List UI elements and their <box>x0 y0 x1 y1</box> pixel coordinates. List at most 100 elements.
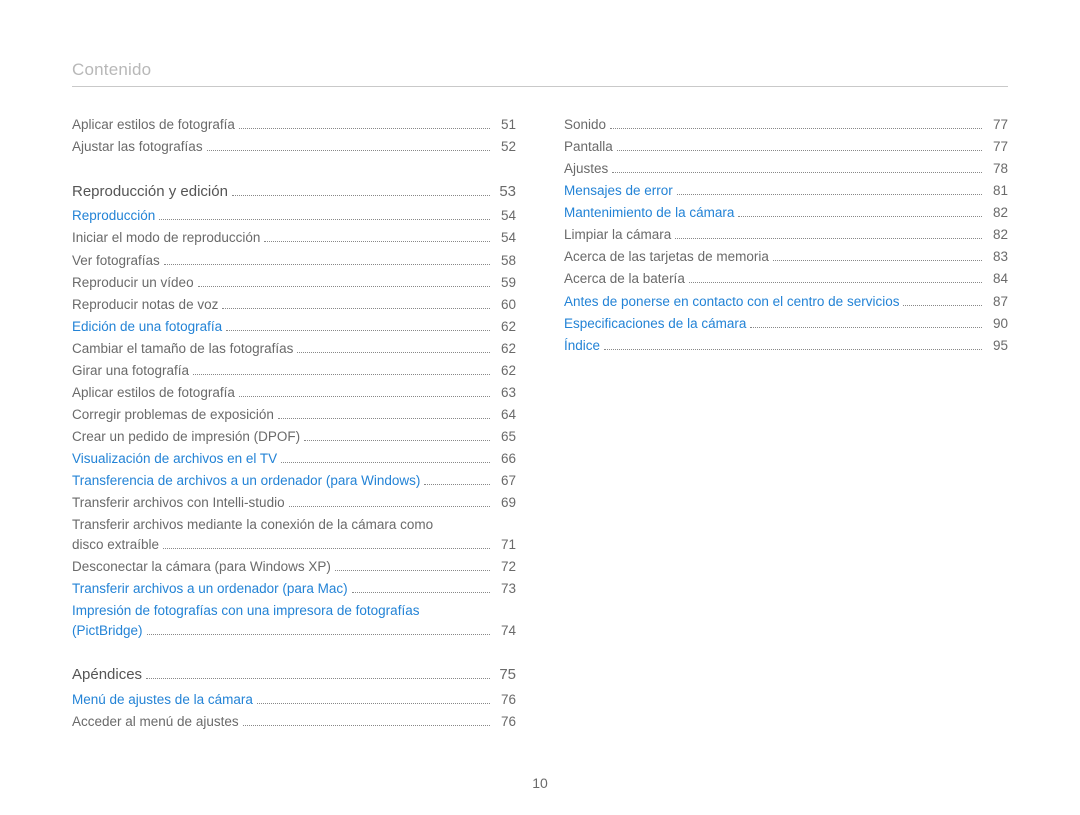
toc-leader-dots <box>738 208 982 217</box>
toc-entry: Corregir problemas de exposición 64 <box>72 405 516 425</box>
toc-entry: Ajustar las fotografías 52 <box>72 137 516 157</box>
toc-entry[interactable]: Mensajes de error 81 <box>564 181 1008 201</box>
toc-leader-dots <box>773 252 982 261</box>
toc-entry: Sonido77 <box>564 115 1008 135</box>
toc-entry-page: 74 <box>494 621 516 641</box>
toc-entry-label: Reproducir un vídeo <box>72 273 194 293</box>
toc-entry-label: Ajustar las fotografías <box>72 137 203 157</box>
toc-leader-dots <box>604 340 982 349</box>
toc-entry[interactable]: Menú de ajustes de la cámara76 <box>72 690 516 710</box>
toc-entry-page: 67 <box>494 471 516 491</box>
toc-section-heading[interactable]: Reproducción y edición53 <box>72 181 516 203</box>
toc-entry-page: 54 <box>494 228 516 248</box>
toc-leader-dots <box>304 432 490 441</box>
toc-entry[interactable]: Especificaciones de la cámara90 <box>564 314 1008 334</box>
toc-entry-label: Antes de ponerse en contacto con el cent… <box>564 292 899 312</box>
toc-entry-page: 52 <box>494 137 516 157</box>
toc-entry-label: Índice <box>564 336 600 356</box>
toc-entry-label: Transferir archivos con Intelli-studio <box>72 493 285 513</box>
toc-entry-page: 66 <box>494 449 516 469</box>
toc-entry-multiline[interactable]: Impresión de fotografías con una impreso… <box>72 601 516 640</box>
toc-entry-page: 77 <box>986 137 1008 157</box>
toc-entry[interactable]: Antes de ponerse en contacto con el cent… <box>564 292 1008 312</box>
toc-entry-label: Acerca de las tarjetas de memoria <box>564 247 769 267</box>
toc-entry-page: 72 <box>494 557 516 577</box>
toc-leader-dots <box>222 299 490 308</box>
toc-entry: Ajustes78 <box>564 159 1008 179</box>
toc-leader-dots <box>297 343 490 352</box>
toc-entry-page: 69 <box>494 493 516 513</box>
toc-entry: Ver fotografías58 <box>72 251 516 271</box>
toc-entry[interactable]: Edición de una fotografía62 <box>72 317 516 337</box>
toc-entry-page: 71 <box>494 535 516 555</box>
toc-entry-label: Apéndices <box>72 664 142 686</box>
toc-leader-dots <box>226 321 490 330</box>
toc-entry-page: 75 <box>494 664 516 686</box>
toc-entry-label: Transferencia de archivos a un ordenador… <box>72 471 420 491</box>
toc-entry-label: Cambiar el tamaño de las fotografías <box>72 339 293 359</box>
toc-entry-label: Aplicar estilos de fotografía <box>72 115 235 135</box>
toc-entry-page: 81 <box>986 181 1008 201</box>
toc-entry-label: Menú de ajustes de la cámara <box>72 690 253 710</box>
toc-leader-dots <box>352 584 490 593</box>
toc-entry[interactable]: Índice 95 <box>564 336 1008 356</box>
toc-leader-dots <box>278 410 490 419</box>
toc-entry: Acerca de la batería84 <box>564 269 1008 289</box>
toc-leader-dots <box>257 694 490 703</box>
toc-entry-page: 82 <box>986 225 1008 245</box>
toc-entry[interactable]: Transferencia de archivos a un ordenador… <box>72 471 516 491</box>
toc-leader-dots <box>163 539 490 548</box>
toc-entry-page: 60 <box>494 295 516 315</box>
toc-entry-label: disco extraíble <box>72 535 159 555</box>
toc-entry-page: 58 <box>494 251 516 271</box>
toc-entry: Acerca de las tarjetas de memoria 83 <box>564 247 1008 267</box>
toc-entry-page: 64 <box>494 405 516 425</box>
toc-entry-label: Corregir problemas de exposición <box>72 405 274 425</box>
toc-entry: Aplicar estilos de fotografía63 <box>72 383 516 403</box>
toc-leader-dots <box>424 476 490 485</box>
toc-entry-label: Limpiar la cámara <box>564 225 671 245</box>
toc-entry-label: Girar una fotografía <box>72 361 189 381</box>
toc-entry-page: 53 <box>494 181 516 203</box>
toc-entry-page: 87 <box>986 292 1008 312</box>
toc-entry-label: Acerca de la batería <box>564 269 685 289</box>
toc-entry-page: 77 <box>986 115 1008 135</box>
toc-columns: Aplicar estilos de fotografía51Ajustar l… <box>72 115 1008 734</box>
toc-entry-label: Crear un pedido de impresión (DPOF) <box>72 427 300 447</box>
toc-column-left: Aplicar estilos de fotografía51Ajustar l… <box>72 115 516 734</box>
toc-entry-label: Especificaciones de la cámara <box>564 314 746 334</box>
toc-leader-dots <box>264 233 490 242</box>
toc-entry[interactable]: Mantenimiento de la cámara82 <box>564 203 1008 223</box>
toc-entry[interactable]: Visualización de archivos en el TV66 <box>72 449 516 469</box>
toc-leader-dots <box>281 454 490 463</box>
toc-entry[interactable]: Transferir archivos a un ordenador (para… <box>72 579 516 599</box>
toc-entry: Transferir archivos con Intelli-studio 69 <box>72 493 516 513</box>
toc-leader-dots <box>612 164 982 173</box>
toc-entry-page: 59 <box>494 273 516 293</box>
toc-entry-multiline: Transferir archivos mediante la conexión… <box>72 515 516 554</box>
toc-entry-page: 73 <box>494 579 516 599</box>
toc-leader-dots <box>159 211 490 220</box>
toc-entry-page: 83 <box>986 247 1008 267</box>
toc-entry: Reproducir un vídeo 59 <box>72 273 516 293</box>
toc-entry-label: Mensajes de error <box>564 181 673 201</box>
toc-entry-label: Acceder al menú de ajustes <box>72 712 239 732</box>
document-page: Contenido Aplicar estilos de fotografía5… <box>0 0 1080 815</box>
toc-entry-label: Transferir archivos a un ordenador (para… <box>72 579 348 599</box>
toc-entry-page: 54 <box>494 206 516 226</box>
toc-leader-dots <box>147 625 490 634</box>
toc-entry-page: 95 <box>986 336 1008 356</box>
toc-leader-dots <box>617 142 982 151</box>
toc-entry-page: 78 <box>986 159 1008 179</box>
toc-entry-page: 76 <box>494 712 516 732</box>
toc-leader-dots <box>207 142 490 151</box>
toc-entry-label: Mantenimiento de la cámara <box>564 203 734 223</box>
toc-leader-dots <box>239 120 490 129</box>
toc-entry[interactable]: Reproducción54 <box>72 206 516 226</box>
toc-leader-dots <box>239 387 490 396</box>
toc-entry: Pantalla77 <box>564 137 1008 157</box>
toc-section-heading[interactable]: Apéndices 75 <box>72 664 516 686</box>
toc-entry-label: Reproducir notas de voz <box>72 295 218 315</box>
page-number: 10 <box>0 775 1080 791</box>
toc-entry: Aplicar estilos de fotografía51 <box>72 115 516 135</box>
